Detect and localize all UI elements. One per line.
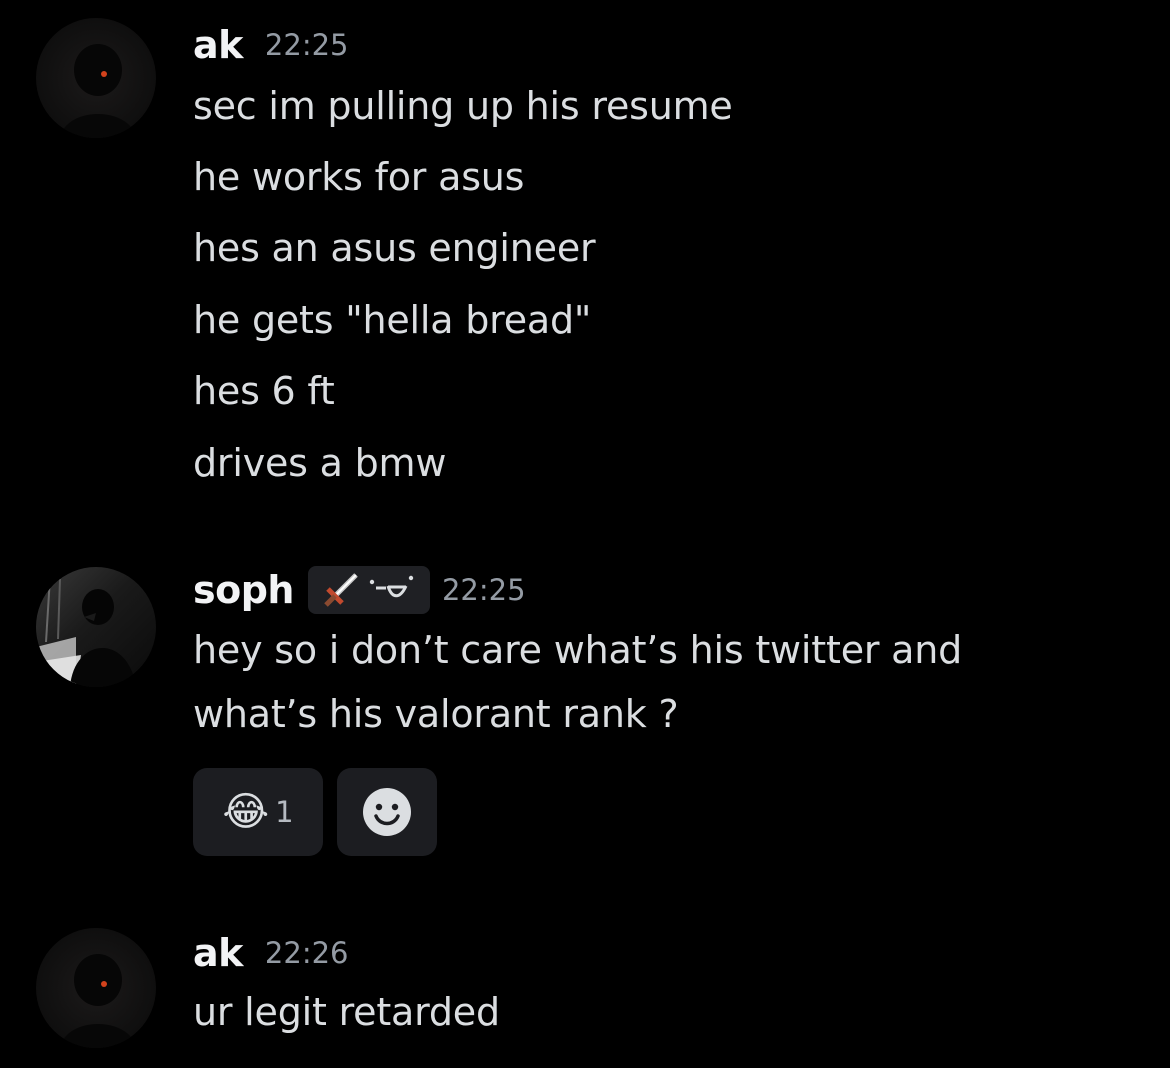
message-header: soph 22:25 — [193, 562, 526, 618]
username[interactable]: ak — [193, 931, 243, 975]
username[interactable]: ak — [193, 23, 243, 67]
smirk-face-icon — [369, 575, 414, 598]
reaction-count: 1 — [275, 795, 294, 829]
message-text: what’s his valorant rank ? — [193, 692, 679, 736]
username[interactable]: soph — [193, 568, 294, 612]
avatar-ak[interactable] — [36, 928, 156, 1048]
avatar-ak-image — [36, 18, 156, 138]
avatar-ak-image — [36, 928, 156, 1048]
message-text: ur legit retarded — [193, 990, 500, 1034]
user-tag[interactable] — [307, 566, 430, 614]
reaction-tears-of-joy[interactable]: 😂 1 — [193, 768, 323, 856]
avatar-ak[interactable] — [36, 18, 156, 138]
add-reaction-button[interactable] — [337, 768, 437, 856]
timestamp: 22:25 — [441, 573, 526, 607]
message-text: sec im pulling up his resume — [193, 84, 733, 128]
message-header: ak 22:26 — [193, 925, 349, 981]
avatar-soph-image — [36, 567, 156, 687]
message-header: ak 22:25 — [193, 17, 349, 73]
message-text: he gets "hella bread" — [193, 298, 592, 342]
avatar-soph[interactable] — [36, 567, 156, 687]
tears-of-joy-emoji: 😂 — [222, 789, 270, 835]
message-text: hey so i don’t care what’s his twitter a… — [193, 628, 963, 672]
sword-icon — [324, 573, 358, 607]
message-text: hes an asus engineer — [193, 226, 596, 270]
timestamp: 22:25 — [264, 28, 349, 62]
add-reaction-smiley-icon — [363, 788, 411, 836]
message-text: hes 6 ft — [193, 369, 335, 413]
message-text: he works for asus — [193, 155, 525, 199]
message-text: drives a bmw — [193, 441, 447, 485]
timestamp: 22:26 — [264, 936, 349, 970]
